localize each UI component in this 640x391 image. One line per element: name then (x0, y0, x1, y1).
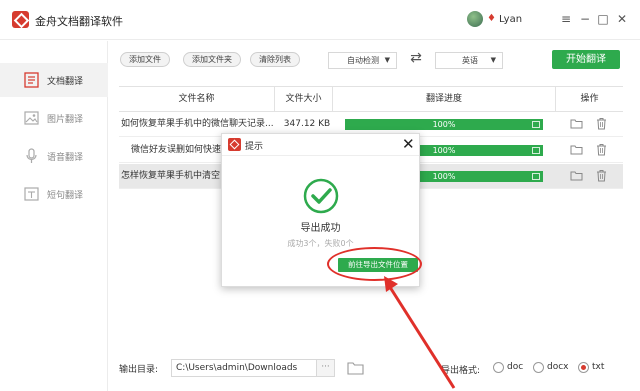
output-dir-label: 输出目录: (119, 365, 159, 375)
format-label-docx: docx (547, 362, 569, 372)
sidebar-item-label: 文档翻译 (47, 77, 84, 87)
vip-badge-icon: ♦ (487, 13, 496, 24)
minimize-button[interactable]: − (577, 11, 593, 27)
chevron-down-icon: ▼ (384, 56, 390, 64)
format-label-doc: doc (507, 362, 524, 372)
open-folder-icon[interactable] (570, 170, 583, 181)
app-logo (12, 11, 29, 28)
dialog-message: 导出成功 (300, 223, 341, 234)
trash-icon[interactable] (596, 143, 607, 156)
swap-languages-icon[interactable]: ⇄ (408, 50, 424, 66)
table-header: 文件名称 文件大小 翻译进度 操作 (119, 87, 623, 112)
dialog-title: 提示 (245, 142, 264, 152)
add-file-button[interactable]: 添加文件 (120, 52, 170, 67)
progress-status-icon (532, 173, 540, 180)
column-header-progress: 翻译进度 (332, 87, 555, 112)
source-language-select[interactable]: 自动检测 ▼ (328, 52, 397, 69)
sidebar-item-document[interactable]: 文档翻译 (0, 63, 108, 97)
progress-text: 100% (432, 120, 456, 129)
start-translate-button[interactable]: 开始翻译 (552, 50, 620, 69)
sidebar: 文档翻译 图片翻译 语音翻译 短句翻译 (0, 41, 108, 391)
column-header-name: 文件名称 (178, 94, 215, 104)
text-icon (24, 187, 39, 201)
browse-button[interactable]: ··· (317, 359, 335, 377)
user-name[interactable]: Lyan (499, 14, 522, 25)
avatar[interactable] (467, 11, 483, 27)
chevron-down-icon: ▼ (490, 56, 496, 64)
target-language-select[interactable]: 英语 ▼ (435, 52, 503, 69)
close-icon[interactable]: ✕ (402, 136, 415, 152)
microphone-icon (26, 148, 37, 163)
sidebar-item-sentence[interactable]: 短句翻译 (0, 177, 108, 211)
document-icon (24, 72, 39, 88)
clear-list-button[interactable]: 清除列表 (250, 52, 300, 67)
folder-icon[interactable] (347, 361, 364, 375)
add-folder-button[interactable]: 添加文件夹 (183, 52, 241, 67)
app-logo (228, 138, 241, 151)
progress-status-icon (532, 121, 540, 128)
image-icon (24, 111, 39, 125)
sidebar-item-voice[interactable]: 语音翻译 (0, 139, 108, 173)
progress-bar: 100% (345, 119, 543, 130)
file-table: 文件名称 文件大小 翻译进度 操作 如何恢复苹果手机中的微信聊天记录... 34… (119, 86, 623, 189)
target-language-value: 英语 (462, 56, 478, 65)
open-folder-icon[interactable] (570, 144, 583, 155)
sidebar-item-label: 图片翻译 (47, 115, 84, 125)
open-folder-icon[interactable] (570, 118, 583, 129)
trash-icon[interactable] (596, 169, 607, 182)
format-label-txt: txt (592, 362, 605, 372)
sidebar-item-label: 语音翻译 (47, 153, 84, 163)
progress-status-icon (532, 147, 540, 154)
column-header-size: 文件大小 (274, 87, 332, 112)
app-title: 金舟文档翻译软件 (35, 15, 123, 28)
source-language-value: 自动检测 (347, 56, 379, 65)
menu-button[interactable]: ≡ (558, 11, 574, 27)
trash-icon[interactable] (596, 117, 607, 130)
maximize-button[interactable]: □ (595, 11, 611, 27)
format-radio-txt[interactable] (578, 362, 589, 373)
format-radio-doc[interactable] (493, 362, 504, 373)
format-radio-docx[interactable] (533, 362, 544, 373)
sidebar-item-image[interactable]: 图片翻译 (0, 101, 108, 135)
title-bar: 金舟文档翻译软件 ♦ Lyan ≡ − □ ✕ (0, 0, 640, 40)
dialog-header: 提示 ✕ (222, 134, 419, 156)
check-circle-icon (303, 178, 339, 214)
close-button[interactable]: ✕ (614, 11, 630, 27)
sidebar-item-label: 短句翻译 (47, 191, 84, 201)
column-header-actions: 操作 (555, 87, 623, 112)
annotation-arrow (384, 276, 456, 389)
output-dir-input[interactable]: C:\Users\admin\Downloads (171, 359, 317, 377)
